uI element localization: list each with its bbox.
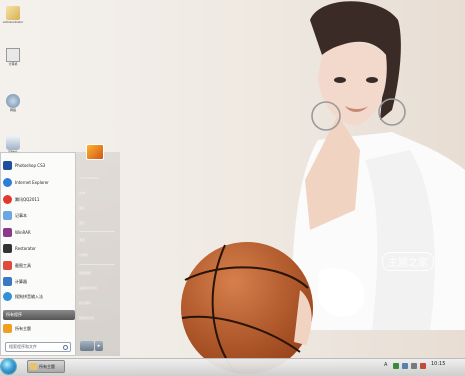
start-link-documents[interactable]: 文档	[79, 191, 85, 195]
start-link-music[interactable]: 音乐	[79, 221, 85, 225]
program-label: 腾讯QQ2011	[15, 196, 40, 202]
desktop-icon-label: 网络	[9, 108, 16, 112]
photoshop-icon	[3, 161, 12, 170]
shutdown-button[interactable]	[80, 341, 94, 351]
start-link-default-programs[interactable]: 默认程序	[79, 301, 91, 305]
folder-icon	[30, 363, 37, 370]
recycle-bin-icon	[6, 136, 20, 150]
program-label: 搜狗拼音输入法	[15, 293, 43, 299]
all-programs-label: 所有程序	[6, 312, 22, 317]
start-menu-links-pane: Administrator 文档 图片 音乐 游戏 计算机 控制面板 设备和打印…	[76, 144, 120, 356]
program-item[interactable]: 记事本	[3, 210, 75, 221]
desktop-icon-user-folder[interactable]: Administrator	[2, 6, 24, 24]
program-item[interactable]: Internet Explorer	[3, 177, 75, 188]
program-label: 截图工具	[15, 262, 31, 268]
start-link-user[interactable]: Administrator	[79, 176, 99, 180]
program-item[interactable]: 腾讯QQ2011	[3, 194, 75, 205]
start-link-pictures[interactable]: 图片	[79, 206, 85, 210]
program-label: Internet Explorer	[15, 180, 49, 185]
program-item[interactable]: WinRAR	[3, 227, 75, 238]
program-item[interactable]: 计算器	[3, 276, 75, 287]
program-label: WinRAR	[15, 230, 31, 235]
desktop-icon-label: 计算机	[8, 62, 18, 66]
themes-icon	[3, 324, 12, 333]
sogou-icon	[3, 292, 12, 301]
desktop-icon-network[interactable]: 网络	[2, 94, 24, 112]
start-menu: Photoshop CS3 Internet Explorer 腾讯QQ2011…	[0, 144, 120, 356]
start-link-control-panel[interactable]: 控制面板	[79, 271, 91, 275]
search-placeholder: 搜索程序和文件	[9, 344, 37, 349]
program-label: 计算器	[15, 278, 27, 284]
ie-icon	[3, 178, 12, 187]
start-link-computer[interactable]: 计算机	[79, 253, 88, 257]
tray-letter[interactable]: A	[384, 362, 387, 368]
taskbar-window-label: 所有主题	[39, 363, 55, 369]
start-menu-separator	[79, 264, 115, 265]
user-folder-icon	[6, 6, 20, 20]
program-label: Photoshop CS3	[15, 163, 46, 168]
network-icon	[6, 94, 20, 108]
search-icon	[63, 345, 68, 350]
desktop-icon-label: Administrator	[2, 20, 24, 24]
restorator-icon	[3, 244, 12, 253]
flag-icon[interactable]	[420, 363, 426, 369]
shutdown-options-button[interactable]: ▸	[95, 341, 103, 351]
start-search-input[interactable]: 搜索程序和文件	[5, 342, 71, 352]
start-link-help[interactable]: 帮助和支持	[79, 316, 94, 320]
calculator-icon	[3, 277, 12, 286]
program-item[interactable]: Restorator	[3, 243, 75, 254]
program-item[interactable]: 搜狗拼音输入法	[3, 291, 75, 302]
wallpaper-watermark: 主题之家	[382, 252, 434, 271]
start-menu-separator	[79, 231, 115, 232]
program-label: Restorator	[15, 246, 36, 251]
program-item[interactable]: 所有主题	[3, 323, 75, 334]
taskbar-window-button[interactable]: 所有主题	[27, 360, 65, 373]
volume-icon[interactable]	[411, 363, 417, 369]
start-button[interactable]	[1, 359, 16, 374]
computer-icon	[6, 48, 20, 62]
taskbar-clock[interactable]: 10:15	[431, 361, 445, 367]
winrar-icon	[3, 228, 12, 237]
program-label: 记事本	[15, 212, 27, 218]
start-link-devices[interactable]: 设备和打印机	[79, 286, 97, 290]
user-picture	[86, 144, 104, 160]
start-menu-programs-pane: Photoshop CS3 Internet Explorer 腾讯QQ2011…	[0, 152, 76, 356]
notepad-icon	[3, 211, 12, 220]
program-item[interactable]: 截图工具	[3, 260, 75, 271]
program-item[interactable]: Photoshop CS3	[3, 160, 75, 171]
program-label: 所有主题	[15, 325, 31, 331]
all-programs-button[interactable]: 所有程序	[3, 310, 75, 320]
qq-icon	[3, 195, 12, 204]
snipping-icon	[3, 261, 12, 270]
desktop-icon-computer[interactable]: 计算机	[2, 48, 24, 66]
start-link-games[interactable]: 游戏	[79, 238, 85, 242]
network-icon[interactable]	[402, 363, 408, 369]
input-method-icon[interactable]	[393, 363, 399, 369]
